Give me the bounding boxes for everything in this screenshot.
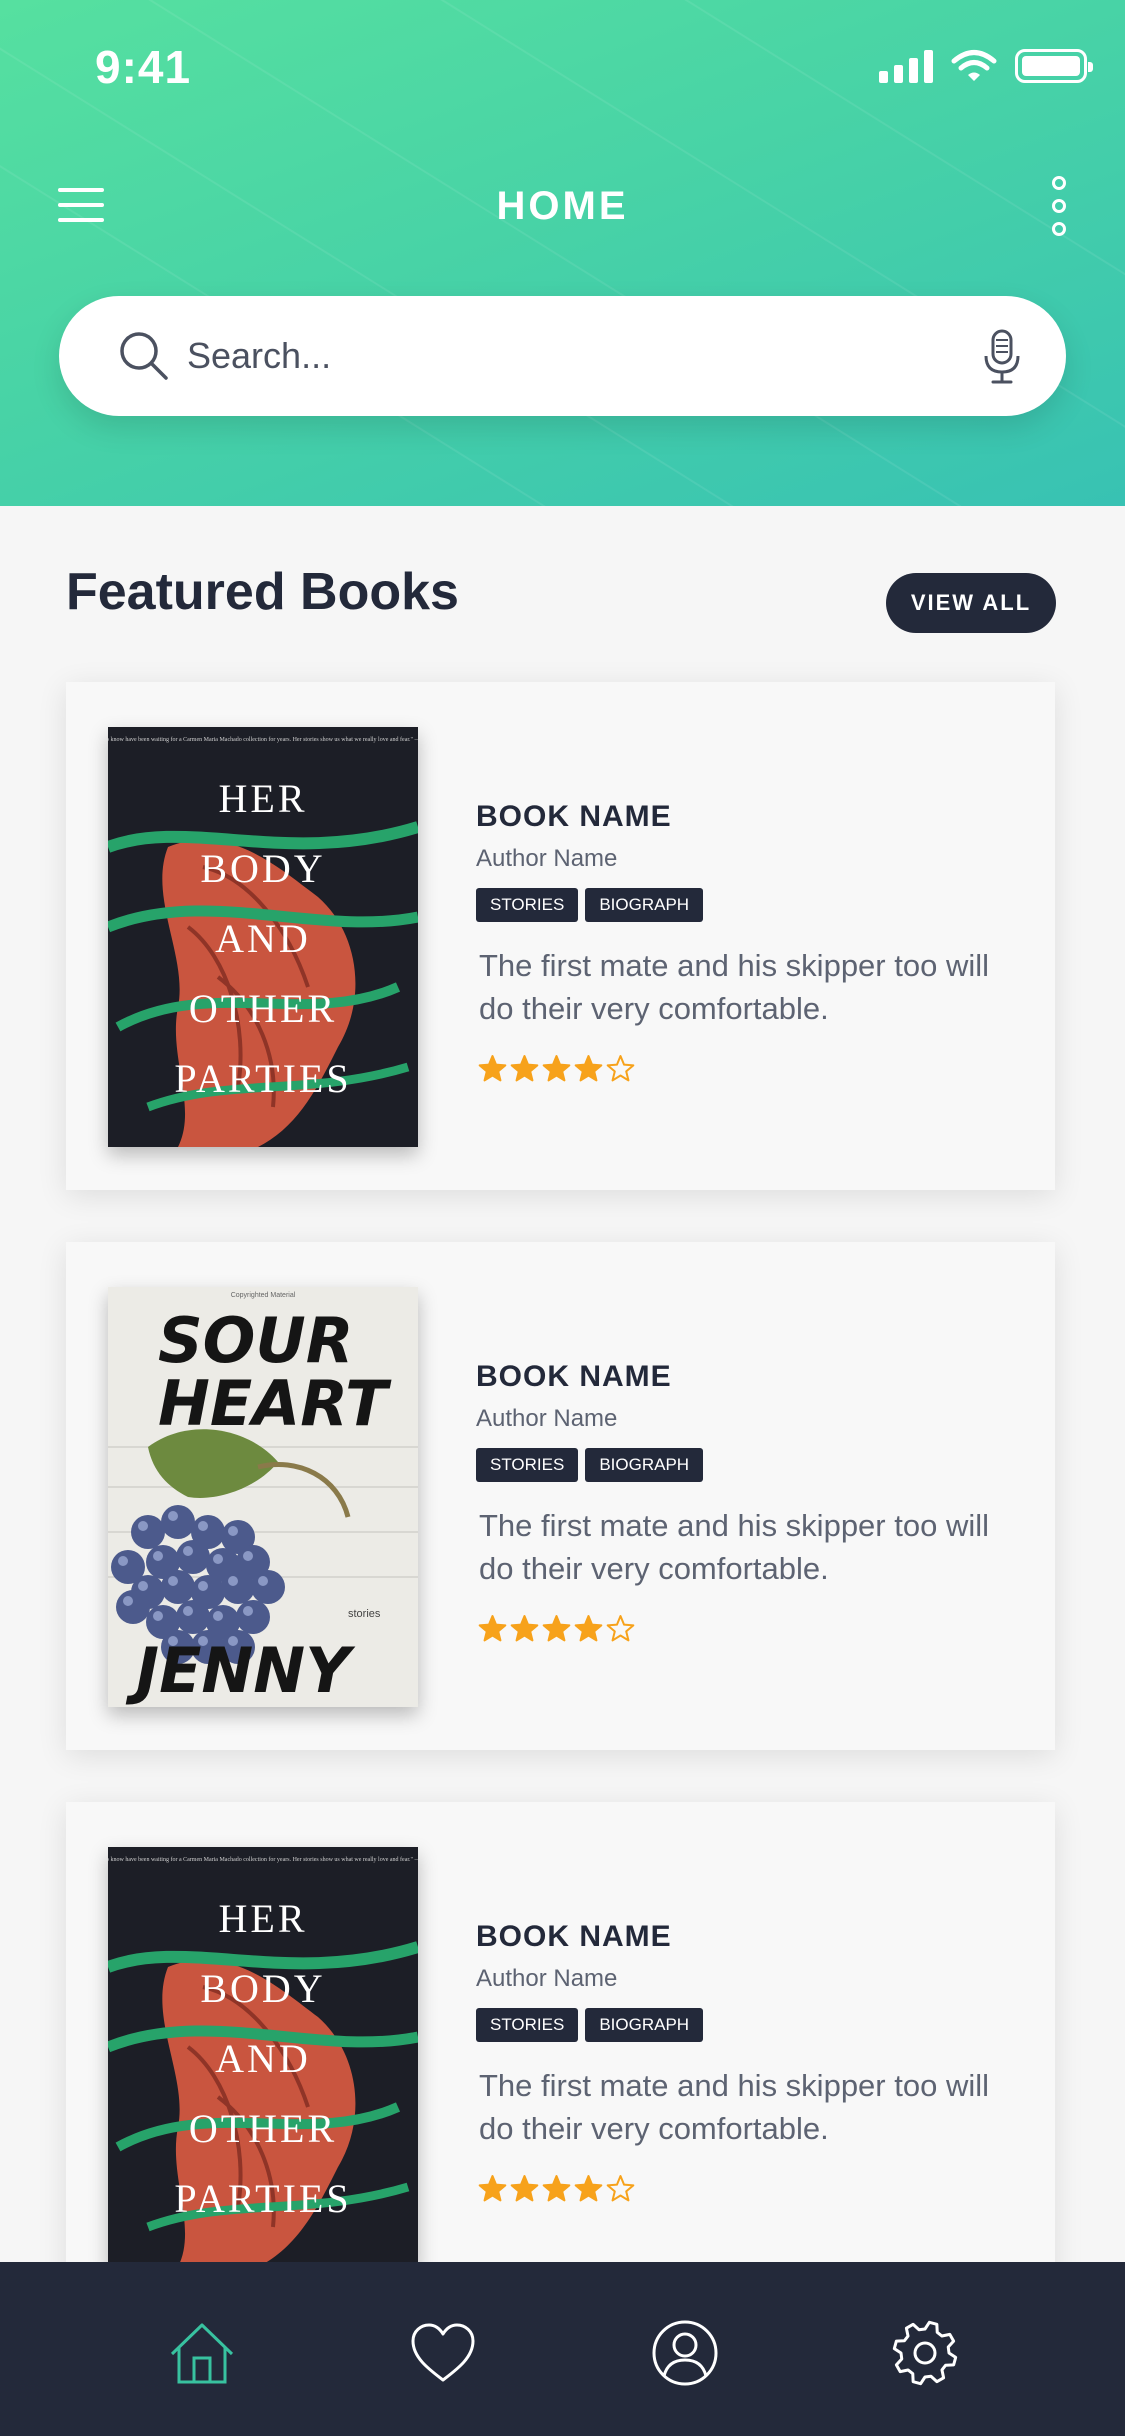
genre-tag[interactable]: STORIES	[476, 888, 579, 922]
home-icon	[170, 2323, 234, 2384]
cover-title-line: HER	[219, 1896, 308, 1941]
book-cover[interactable]: "Those of us who know have been waiting …	[108, 1847, 418, 2267]
bottom-nav	[0, 2262, 1125, 2436]
star-filled-icon	[510, 1054, 539, 1083]
star-filled-icon	[574, 2174, 603, 2203]
author-name: Author Name	[476, 845, 618, 872]
book-card[interactable]: "Those of us who know have been waiting …	[66, 682, 1055, 1190]
star-filled-icon	[478, 1614, 507, 1643]
view-all-button[interactable]: VIEW ALL	[886, 573, 1056, 633]
cover-quote: "Those of us who know have been waiting …	[108, 736, 418, 743]
search-input[interactable]	[187, 326, 977, 386]
page-title: HOME	[496, 184, 629, 228]
search-icon	[120, 332, 168, 380]
cover-title-line: OTHER	[189, 986, 337, 1031]
genre-tag[interactable]: STORIES	[476, 1448, 579, 1482]
author-name: Author Name	[476, 1965, 618, 1992]
tag-list: STORIES BIOGRAPH	[476, 2008, 704, 2042]
book-cover[interactable]: Copyrighted Material SOUR HEART JENNY st…	[108, 1287, 418, 1707]
tag-list: STORIES BIOGRAPH	[476, 1448, 704, 1482]
heart-icon	[411, 2323, 475, 2382]
star-filled-icon	[574, 1614, 603, 1643]
microphone-icon[interactable]	[974, 326, 1030, 386]
book-description: The first mate and his skipper too will …	[479, 2068, 989, 2146]
star-rating	[478, 1614, 635, 1643]
profile-icon	[652, 2320, 718, 2386]
genre-tag[interactable]: BIOGRAPH	[585, 2008, 704, 2042]
header: 9:41 HOME	[0, 0, 1125, 506]
gear-icon	[892, 2320, 958, 2386]
book-name[interactable]: BOOK NAME	[476, 1360, 672, 1394]
cover-title-line: PARTIES	[174, 1056, 351, 1101]
cover-title-line: HEART	[158, 1367, 392, 1440]
book-name[interactable]: BOOK NAME	[476, 800, 672, 834]
cover-author: JENNY	[125, 1634, 356, 1707]
cover-title-line: OTHER	[189, 2106, 337, 2151]
section-title: Featured Books	[66, 563, 459, 621]
search-bar[interactable]	[59, 296, 1066, 416]
cover-title-line: BODY	[200, 846, 325, 891]
star-filled-icon	[574, 1054, 603, 1083]
signal-icon	[879, 49, 933, 83]
cover-title-line: BODY	[200, 1966, 325, 2011]
cover-title-line: AND	[215, 2036, 311, 2081]
star-empty-icon	[606, 2174, 635, 2203]
genre-tag[interactable]: STORIES	[476, 2008, 579, 2042]
nav-home[interactable]	[167, 2318, 237, 2388]
book-card[interactable]: "Those of us who know have been waiting …	[66, 1802, 1055, 2310]
cover-title-line: PARTIES	[174, 2176, 351, 2221]
cover-quote: "Those of us who know have been waiting …	[108, 1856, 418, 1863]
star-filled-icon	[478, 2174, 507, 2203]
star-filled-icon	[542, 2174, 571, 2203]
book-name[interactable]: BOOK NAME	[476, 1920, 672, 1954]
cover-subtitle: stories	[348, 1608, 381, 1620]
star-filled-icon	[542, 1614, 571, 1643]
cover-title-line: HER	[219, 776, 308, 821]
wifi-icon	[951, 50, 997, 81]
book-cover-art: "Those of us who know have been waiting …	[108, 727, 418, 1147]
star-filled-icon	[542, 1054, 571, 1083]
nav-favorites[interactable]	[408, 2318, 478, 2388]
book-card[interactable]: Copyrighted Material SOUR HEART JENNY st…	[66, 1242, 1055, 1750]
star-filled-icon	[510, 1614, 539, 1643]
star-filled-icon	[478, 1054, 507, 1083]
book-cover-art: "Those of us who know have been waiting …	[108, 1847, 418, 2267]
nav-profile[interactable]	[650, 2318, 720, 2388]
author-name: Author Name	[476, 1405, 618, 1432]
book-cover-art: Copyrighted Material SOUR HEART JENNY st…	[108, 1287, 418, 1707]
book-description: The first mate and his skipper too will …	[479, 948, 989, 1026]
nav-settings[interactable]	[890, 2318, 960, 2388]
star-empty-icon	[606, 1614, 635, 1643]
status-icons	[879, 46, 1093, 86]
battery-icon	[1015, 49, 1093, 83]
cover-note: Copyrighted Material	[231, 1292, 296, 1299]
star-empty-icon	[606, 1054, 635, 1083]
more-options-icon[interactable]	[1045, 176, 1073, 236]
genre-tag[interactable]: BIOGRAPH	[585, 1448, 704, 1482]
status-time: 9:41	[95, 41, 192, 93]
book-description: The first mate and his skipper too will …	[479, 1508, 989, 1586]
star-rating	[478, 2174, 635, 2203]
cover-title-line: AND	[215, 916, 311, 961]
star-rating	[478, 1054, 635, 1083]
book-cover[interactable]: "Those of us who know have been waiting …	[108, 727, 418, 1147]
star-filled-icon	[510, 2174, 539, 2203]
genre-tag[interactable]: BIOGRAPH	[585, 888, 704, 922]
tag-list: STORIES BIOGRAPH	[476, 888, 704, 922]
